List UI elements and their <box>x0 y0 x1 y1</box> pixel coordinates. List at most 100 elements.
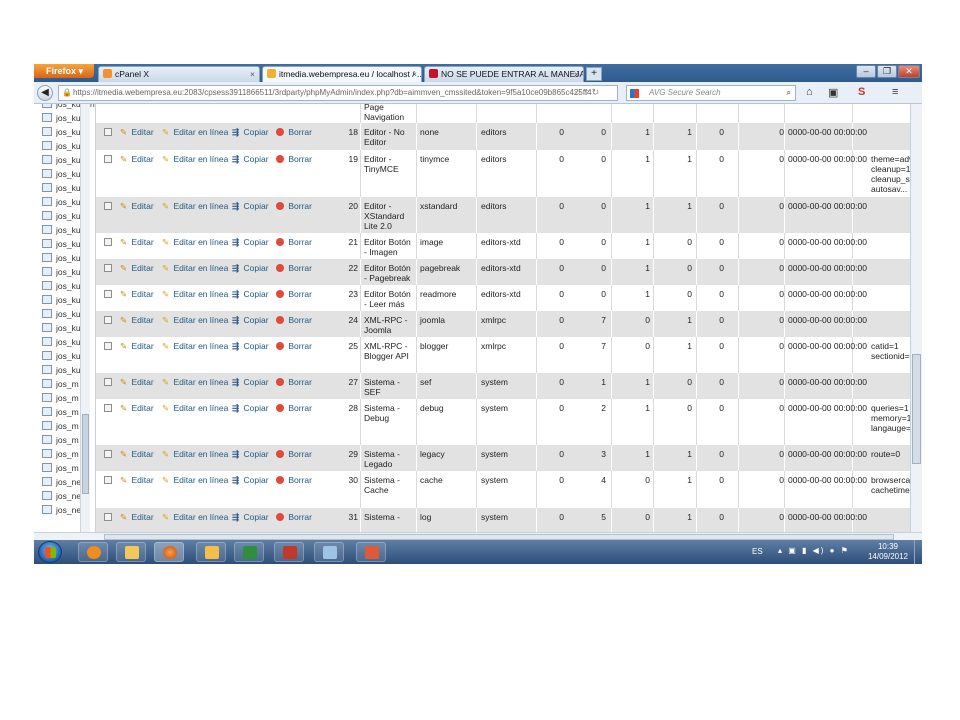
row-checkbox[interactable] <box>104 128 112 136</box>
explorer-icon[interactable] <box>116 542 146 562</box>
delete-link[interactable]: Borrar <box>276 449 312 459</box>
sidebar-scrollbar[interactable] <box>80 104 90 532</box>
sidebar-table-item[interactable]: jos_ne <box>42 490 81 504</box>
delete-link[interactable]: Borrar <box>276 127 312 137</box>
minimize-button[interactable]: – <box>856 65 876 78</box>
sidebar-table-item[interactable]: jos_ne <box>42 476 81 490</box>
inline-edit-link[interactable]: ✎ Editar en línea <box>162 512 228 522</box>
edit-link[interactable]: ✎ Editar <box>120 341 154 351</box>
copy-link[interactable]: ⇶ Copiar <box>232 403 269 413</box>
edit-link[interactable]: ✎ Editar <box>120 377 154 387</box>
tab-cpanel[interactable]: cPanel X × <box>98 66 260 82</box>
search-box[interactable]: AVG Secure Search ⌕ <box>626 85 796 101</box>
sidebar-table-item[interactable]: jos_ku <box>42 252 81 266</box>
delete-link[interactable]: Borrar <box>276 341 312 351</box>
inline-edit-link[interactable]: ✎ Editar en línea <box>162 315 228 325</box>
inline-edit-link[interactable]: ✎ Editar en línea <box>162 449 228 459</box>
copy-link[interactable]: ⇶ Copiar <box>232 377 269 387</box>
edit-link[interactable]: ✎ Editar <box>120 154 154 164</box>
row-checkbox[interactable] <box>104 155 112 163</box>
vertical-scrollbar[interactable] <box>910 104 922 532</box>
sidebar-table-item[interactable]: jos_m <box>42 392 79 406</box>
bookmark-star-icon[interactable]: ☆ <box>574 87 582 97</box>
sidebar-table-item[interactable]: jos_ku <box>42 224 81 238</box>
start-button[interactable] <box>38 541 62 563</box>
inline-edit-link[interactable]: ✎ Editar en línea <box>162 154 228 164</box>
outlook-icon[interactable] <box>196 542 226 562</box>
close-tab-icon[interactable]: × <box>412 69 417 79</box>
row-checkbox[interactable] <box>104 264 112 272</box>
copy-link[interactable]: ⇶ Copiar <box>232 263 269 273</box>
delete-link[interactable]: Borrar <box>276 315 312 325</box>
inline-edit-link[interactable]: ✎ Editar en línea <box>162 127 228 137</box>
copy-link[interactable]: ⇶ Copiar <box>232 154 269 164</box>
delete-link[interactable]: Borrar <box>276 403 312 413</box>
tray-icons[interactable]: ▴ ▣ ▮ ◀) ● ⚑ <box>778 546 850 555</box>
sidebar-table-item[interactable]: jos_m <box>42 434 79 448</box>
scroll-thumb[interactable] <box>82 414 89 494</box>
inline-edit-link[interactable]: ✎ Editar en línea <box>162 263 228 273</box>
search-icon[interactable]: ⌕ <box>787 86 791 100</box>
excel-icon[interactable] <box>234 542 264 562</box>
copy-link[interactable]: ⇶ Copiar <box>232 512 269 522</box>
tab-phpmyadmin[interactable]: itmedia.webempresa.eu / localhost / ... × <box>262 66 422 82</box>
copy-link[interactable]: ⇶ Copiar <box>232 127 269 137</box>
inline-edit-link[interactable]: ✎ Editar en línea <box>162 403 228 413</box>
row-checkbox[interactable] <box>104 404 112 412</box>
sidebar-table-item[interactable]: jos_m <box>42 378 79 392</box>
copy-link[interactable]: ⇶ Copiar <box>232 341 269 351</box>
copy-link[interactable]: ⇶ Copiar <box>232 449 269 459</box>
copy-link[interactable]: ⇶ Copiar <box>232 475 269 485</box>
menu-icon[interactable]: ≡ <box>892 86 898 98</box>
row-checkbox[interactable] <box>104 238 112 246</box>
show-desktop-button[interactable] <box>914 540 922 564</box>
row-checkbox[interactable] <box>104 316 112 324</box>
row-checkbox[interactable] <box>104 290 112 298</box>
addon-s-icon[interactable]: S <box>858 86 865 98</box>
clock[interactable]: 10:39 14/09/2012 <box>868 542 908 562</box>
sidebar-table-item[interactable]: jos_ku <box>42 308 81 322</box>
sidebar-table-item[interactable]: jos_ku <box>42 112 81 126</box>
edit-link[interactable]: ✎ Editar <box>120 127 154 137</box>
edit-link[interactable]: ✎ Editar <box>120 237 154 247</box>
edit-link[interactable]: ✎ Editar <box>120 263 154 273</box>
home-icon[interactable]: ⌂ <box>806 86 813 98</box>
sidebar-table-item[interactable]: jos_ne <box>42 504 81 518</box>
firefox-taskbar-icon[interactable] <box>154 542 184 562</box>
sidebar-table-item[interactable]: jos_ku <box>42 182 81 196</box>
maximize-button[interactable]: ❐ <box>877 65 897 78</box>
back-button[interactable]: ◀ <box>37 85 53 101</box>
row-checkbox[interactable] <box>104 450 112 458</box>
sidebar-table-item[interactable]: jos_ku <box>42 126 81 140</box>
row-checkbox[interactable] <box>104 378 112 386</box>
tab-forum[interactable]: NO SE PUEDE ENTRAR AL MANEJAD... × <box>424 66 584 82</box>
sidebar-table-item[interactable]: jos_ku <box>42 196 81 210</box>
edit-link[interactable]: ✎ Editar <box>120 449 154 459</box>
delete-link[interactable]: Borrar <box>276 475 312 485</box>
edit-link[interactable]: ✎ Editar <box>120 315 154 325</box>
copy-link[interactable]: ⇶ Copiar <box>232 201 269 211</box>
inline-edit-link[interactable]: ✎ Editar en línea <box>162 201 228 211</box>
sidebar-table-item[interactable]: jos_m <box>42 462 79 476</box>
sidebar-table-item[interactable]: jos_ku <box>42 322 81 336</box>
bookmarks-icon[interactable]: ▣ <box>828 86 838 99</box>
sidebar-table-item[interactable]: jos_ku <box>42 350 81 364</box>
row-checkbox[interactable] <box>104 202 112 210</box>
sidebar-table-item[interactable]: jos_ku <box>42 238 81 252</box>
sidebar-table-item[interactable]: jos_m <box>42 448 79 462</box>
sidebar-table-item[interactable]: jos_m <box>42 406 79 420</box>
inline-edit-link[interactable]: ✎ Editar en línea <box>162 237 228 247</box>
url-bar[interactable]: 🔒 https://itmedia.webempresa.eu:2083/cps… <box>58 85 618 101</box>
delete-link[interactable]: Borrar <box>276 154 312 164</box>
sidebar-table-item[interactable]: jos_ku <box>42 266 81 280</box>
inline-edit-link[interactable]: ✎ Editar en línea <box>162 377 228 387</box>
sidebar-table-item[interactable]: jos_ku <box>42 140 81 154</box>
dropdown-arrow-icon[interactable]: ▿ <box>585 87 590 97</box>
copy-link[interactable]: ⇶ Copiar <box>232 237 269 247</box>
sidebar-table-item[interactable]: jos_ku <box>42 364 81 378</box>
close-window-button[interactable]: ✕ <box>898 65 920 78</box>
inline-edit-link[interactable]: ✎ Editar en línea <box>162 341 228 351</box>
filezilla-icon[interactable] <box>274 542 304 562</box>
app-icon[interactable] <box>314 542 344 562</box>
close-tab-icon[interactable]: × <box>250 69 255 79</box>
